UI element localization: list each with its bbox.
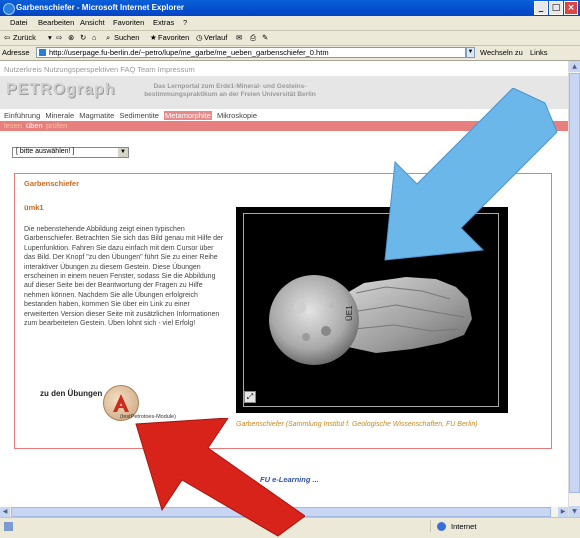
vertical-scrollbar[interactable]: ▲ ▼ <box>568 61 580 517</box>
menu-bar: Datei Bearbeiten Ansicht Favoriten Extra… <box>0 16 580 31</box>
mail-icon[interactable]: ✉ <box>236 33 242 42</box>
home-icon[interactable]: ⌂ <box>92 33 97 42</box>
menu-datei[interactable]: Datei <box>10 18 28 27</box>
stop-icon[interactable]: ⊗ <box>68 33 74 42</box>
menu-extras[interactable]: Extras <box>153 18 174 27</box>
forward-icon[interactable]: ⇨ <box>56 33 62 42</box>
address-field[interactable]: http://userpage.fu-berlin.de/~petro/lupe… <box>36 47 466 58</box>
edit-icon[interactable]: ✎ <box>262 33 268 42</box>
history-icon[interactable]: ◷ <box>196 33 203 42</box>
nav-metamorphite[interactable]: Metamorphite <box>164 111 212 120</box>
toolbar: ⇦ Zurück ▾ ⇨ ⊗ ↻ ⌂ ⌕ Suchen ★ Favoriten … <box>0 31 580 46</box>
page-status-icon <box>4 522 13 531</box>
print-icon[interactable]: ⎙ <box>250 33 256 43</box>
address-dropdown-icon[interactable]: ▼ <box>466 47 475 58</box>
maximize-button[interactable]: □ <box>549 1 563 15</box>
main-nav: Einführung Minerale Magmatite Sedimentit… <box>4 111 260 120</box>
menu-bearbeiten[interactable]: Bearbeiten <box>38 18 74 27</box>
title-bar: Garbenschiefer - Microsoft Internet Expl… <box>0 0 580 16</box>
address-url[interactable]: http://userpage.fu-berlin.de/~petro/lupe… <box>49 48 329 57</box>
select-value: [ bitte auswählen! ] <box>16 148 75 155</box>
exercise-button-label[interactable]: zu den Übungen <box>40 389 102 398</box>
page-title: Garbenschiefer <box>24 179 80 188</box>
search-icon[interactable]: ⌕ <box>106 33 110 43</box>
menu-ansicht[interactable]: Ansicht <box>80 18 105 27</box>
minimize-button[interactable]: _ <box>534 1 548 15</box>
blue-annotation-arrow <box>384 88 558 261</box>
search-button[interactable]: Suchen <box>114 33 139 42</box>
vertical-scroll-thumb[interactable] <box>569 73 580 493</box>
menu-help[interactable]: ? <box>183 18 187 27</box>
history-button[interactable]: Verlauf <box>204 33 227 42</box>
globe-icon <box>437 522 446 531</box>
scroll-left-icon[interactable]: ◀ <box>0 507 10 517</box>
description-text: Die nebenstehende Abbildung zeigt einen … <box>24 226 224 328</box>
logo[interactable]: PETROgraph <box>6 81 116 99</box>
scroll-up-icon[interactable]: ▲ <box>569 61 580 72</box>
nav-magmatite[interactable]: Magmatite <box>79 111 114 120</box>
banner-subtitle: Das Lernportal zum Erde1-Mineral- und Ge… <box>144 83 316 98</box>
favorites-icon[interactable]: ★ <box>150 33 157 42</box>
close-button[interactable]: × <box>564 1 578 15</box>
menu-favoriten[interactable]: Favoriten <box>113 18 144 27</box>
navigation-select[interactable]: [ bitte auswählen! ] ▼ <box>12 147 129 158</box>
go-button[interactable]: Wechseln zu <box>480 48 523 57</box>
top-nav[interactable]: Nutzerkreis Nutzungsperspektiven FAQ Tea… <box>4 65 195 74</box>
chevron-down-icon[interactable]: ▼ <box>118 148 128 157</box>
magnifier-icon[interactable]: ⤢ <box>244 391 256 403</box>
back-dropdown-icon[interactable]: ▾ <box>48 33 52 42</box>
nav-einfuehrung[interactable]: Einführung <box>4 111 40 120</box>
security-zone: Internet <box>430 520 551 532</box>
scroll-right-icon[interactable]: ▶ <box>558 507 568 517</box>
window-title: Garbenschiefer - Microsoft Internet Expl… <box>16 3 185 12</box>
address-bar: Adresse http://userpage.fu-berlin.de/~pe… <box>0 46 580 61</box>
nav-minerale[interactable]: Minerale <box>45 111 74 120</box>
favorites-button[interactable]: Favoriten <box>158 33 189 42</box>
ie-icon <box>3 3 15 15</box>
nav-mikroskopie[interactable]: Mikroskopie <box>217 111 257 120</box>
subnav-ueben[interactable]: üben <box>26 121 43 130</box>
page-subtitle: ümk1 <box>24 203 44 212</box>
refresh-icon[interactable]: ↻ <box>80 33 86 42</box>
links-button[interactable]: Links <box>530 48 548 57</box>
svg-text:ÜE1: ÜE1 <box>345 305 354 321</box>
nav-sedimentite[interactable]: Sedimentite <box>119 111 159 120</box>
page-icon <box>39 49 46 56</box>
back-icon[interactable]: ⇦ <box>4 33 10 42</box>
zone-label: Internet <box>451 522 477 531</box>
scroll-down-icon[interactable]: ▼ <box>569 506 580 517</box>
back-button[interactable]: Zurück <box>13 33 36 42</box>
red-annotation-arrow <box>135 418 305 537</box>
address-label: Adresse <box>2 48 30 57</box>
subnav-pruefen[interactable]: prüfen <box>46 121 67 130</box>
subnav-lesen[interactable]: lesen <box>4 121 22 130</box>
